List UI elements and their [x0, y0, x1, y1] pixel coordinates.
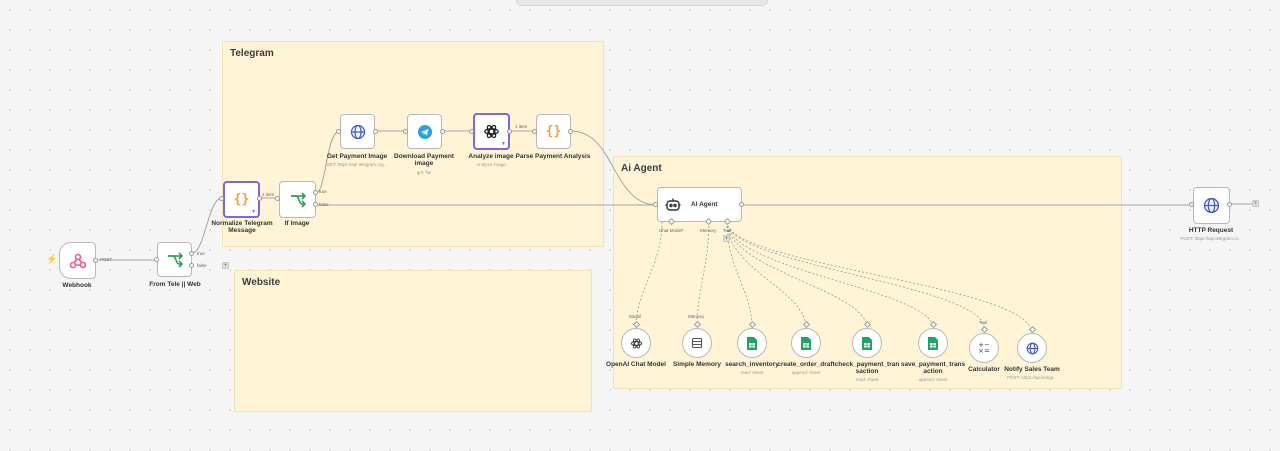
analyze-image-node[interactable]: ▼	[473, 113, 510, 150]
wire-tool-3	[726, 221, 868, 329]
output-port[interactable]	[1227, 202, 1232, 207]
check-payment-transaction-node[interactable]	[852, 328, 882, 358]
wire-tool-5	[726, 221, 985, 329]
download-payment-image-sub: get: file	[416, 170, 432, 175]
input-port[interactable]	[275, 196, 280, 201]
input-port[interactable]	[532, 129, 537, 134]
webhook-label: Webhook	[62, 282, 92, 289]
parse-payment-analysis-node[interactable]: {}	[536, 114, 571, 149]
braces-icon: {}	[545, 124, 562, 139]
tool-label: Tool	[979, 320, 988, 325]
input-port[interactable]	[1189, 202, 1194, 207]
input-port[interactable]	[154, 257, 159, 262]
input-port[interactable]	[336, 129, 341, 134]
switch-label: From Tele || Web	[149, 281, 201, 288]
item-count: 1 item	[515, 124, 528, 129]
false-label: false	[319, 202, 329, 207]
output-port[interactable]	[739, 202, 744, 207]
sheet-icon	[801, 336, 811, 350]
http-request-node[interactable]	[1193, 187, 1230, 224]
webhook-node[interactable]	[59, 242, 96, 279]
output-port[interactable]	[373, 129, 378, 134]
wire-parse-agent	[570, 130, 658, 206]
model-label: Model	[629, 314, 642, 319]
connections	[96, 130, 1252, 334]
if-image-node[interactable]	[279, 181, 316, 218]
false-port[interactable]	[189, 263, 194, 268]
output-port[interactable]	[568, 129, 573, 134]
false-port[interactable]	[313, 202, 318, 207]
download-payment-image-node[interactable]	[407, 114, 442, 149]
calculator-icon: +− ×=	[978, 341, 990, 355]
add-tool-button[interactable]: +	[723, 235, 730, 242]
output-port[interactable]	[440, 129, 445, 134]
tool-label: Tool	[723, 228, 732, 233]
sheet-icon	[862, 336, 872, 350]
wire-tool-4	[726, 221, 934, 329]
save-payment-transaction-node[interactable]	[918, 328, 948, 358]
output-port[interactable]	[93, 258, 98, 263]
add-node-button[interactable]: +	[1252, 200, 1259, 207]
pin-icon: ▼	[251, 209, 256, 215]
branch-icon	[290, 191, 306, 208]
sheet-icon	[747, 336, 757, 350]
openai-icon	[484, 124, 499, 139]
simple-memory-node[interactable]	[682, 328, 712, 358]
memory-label: Memory	[688, 314, 705, 319]
true-label: true	[197, 251, 205, 256]
normalize-node[interactable]: {} ▼	[223, 181, 260, 218]
wire-tool-6	[726, 221, 1033, 334]
sheet-icon	[928, 336, 938, 350]
robot-icon	[665, 198, 681, 211]
notify-sales-team-node[interactable]	[1017, 333, 1047, 363]
post-label: POST	[100, 257, 113, 262]
create-order-draft-node[interactable]	[791, 328, 821, 358]
lightning-icon: ⚡	[46, 254, 58, 264]
notify-sales-team-label: Notify Sales Team	[1004, 366, 1060, 373]
braces-icon: {}	[233, 192, 250, 207]
openai-chat-model-node[interactable]	[621, 328, 651, 358]
input-port[interactable]	[403, 129, 408, 134]
item-count: 1 item	[262, 192, 275, 197]
calculator-node[interactable]: +− ×=	[969, 333, 999, 363]
if-image-label: If Image	[284, 220, 310, 227]
output-port[interactable]	[507, 129, 512, 134]
input-port[interactable]	[653, 202, 658, 207]
true-label: true	[319, 189, 327, 194]
input-port[interactable]	[219, 196, 224, 201]
get-payment-image-node[interactable]	[340, 114, 375, 149]
wire-model	[635, 221, 663, 329]
webhook-icon	[69, 253, 86, 268]
chat-model-label: Chat Model*	[659, 228, 684, 233]
true-port[interactable]	[313, 190, 318, 195]
search-inventory-node[interactable]	[737, 328, 767, 358]
openai-icon	[630, 337, 642, 349]
pin-icon: ▼	[501, 141, 506, 147]
switch-node[interactable]	[157, 242, 192, 277]
branch-icon	[167, 251, 183, 268]
notify-sales-team-sub: POST: https://api.telegr...	[1007, 375, 1057, 380]
save-payment-transaction-sub: append: sheet	[918, 377, 948, 382]
add-node-button[interactable]: +	[222, 262, 229, 269]
wire-memory	[696, 221, 710, 329]
true-port[interactable]	[189, 251, 194, 256]
http-request-sub: POST: https://api.telegram.or...	[1180, 236, 1242, 241]
ai-agent-node[interactable]: AI Agent	[657, 187, 742, 222]
globe-icon	[350, 124, 365, 139]
input-port[interactable]	[469, 129, 474, 134]
parse-payment-analysis-label: Parse Payment Analysis	[515, 153, 591, 160]
globe-icon	[1026, 342, 1038, 354]
telegram-icon	[417, 124, 432, 139]
analyze-image-sub: Analyze image	[476, 162, 506, 167]
false-label: false	[197, 263, 207, 268]
globe-icon	[1203, 197, 1220, 214]
memory-label: Memory	[700, 228, 717, 233]
ai-agent-label: AI Agent	[691, 201, 718, 208]
http-request-label: HTTP Request	[1188, 227, 1234, 234]
database-icon	[691, 337, 703, 349]
